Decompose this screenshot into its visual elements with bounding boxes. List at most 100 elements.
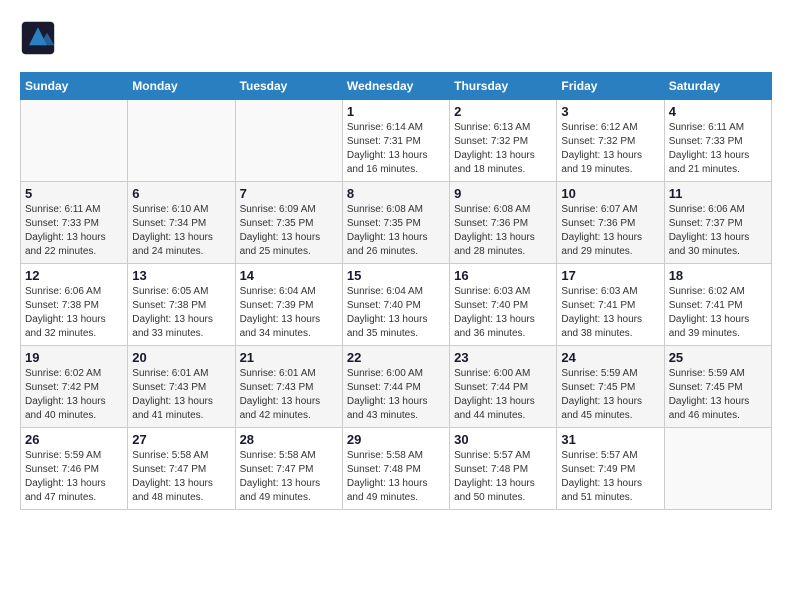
day-number: 10 [561,186,659,201]
day-info: Sunrise: 6:03 AM Sunset: 7:40 PM Dayligh… [454,285,552,341]
day-cell: 13 Sunrise: 6:05 AM Sunset: 7:38 PM Dayli… [128,264,235,346]
day-number: 27 [132,432,230,447]
day-number: 14 [240,268,338,283]
day-info: Sunrise: 6:11 AM Sunset: 7:33 PM Dayligh… [669,121,767,177]
weekday-friday: Friday [557,73,664,100]
day-number: 9 [454,186,552,201]
day-number: 12 [25,268,123,283]
day-info: Sunrise: 6:10 AM Sunset: 7:34 PM Dayligh… [132,203,230,259]
day-cell [235,100,342,182]
day-number: 13 [132,268,230,283]
calendar-table: SundayMondayTuesdayWednesdayThursdayFrid… [20,72,772,510]
day-number: 17 [561,268,659,283]
weekday-wednesday: Wednesday [342,73,449,100]
day-cell [21,100,128,182]
day-number: 21 [240,350,338,365]
day-number: 20 [132,350,230,365]
day-cell: 18Sunrise: 6:02 AM Sunset: 7:41 PM Dayli… [664,264,771,346]
weekday-monday: Monday [128,73,235,100]
page-header [20,20,772,56]
day-number: 16 [454,268,552,283]
day-cell: 7 Sunrise: 6:09 AM Sunset: 7:35 PM Daylig… [235,182,342,264]
weekday-saturday: Saturday [664,73,771,100]
day-cell: 21 Sunrise: 6:01 AM Sunset: 7:43 PM Dayli… [235,346,342,428]
day-cell: 10 Sunrise: 6:07 AM Sunset: 7:36 PM Dayli… [557,182,664,264]
week-row-4: 19 Sunrise: 6:02 AM Sunset: 7:42 PM Dayli… [21,346,772,428]
day-cell: 8Sunrise: 6:08 AM Sunset: 7:35 PM Daylig… [342,182,449,264]
day-cell: 14 Sunrise: 6:04 AM Sunset: 7:39 PM Dayli… [235,264,342,346]
day-info: Sunrise: 6:13 AM Sunset: 7:32 PM Dayligh… [454,121,552,177]
logo-icon [20,20,56,56]
day-cell: 27 Sunrise: 5:58 AM Sunset: 7:47 PM Dayli… [128,428,235,510]
day-number: 7 [240,186,338,201]
day-number: 6 [132,186,230,201]
day-info: Sunrise: 5:58 AM Sunset: 7:47 PM Dayligh… [240,449,338,505]
day-info: Sunrise: 6:07 AM Sunset: 7:36 PM Dayligh… [561,203,659,259]
day-number: 25 [669,350,767,365]
day-cell: 9 Sunrise: 6:08 AM Sunset: 7:36 PM Daylig… [450,182,557,264]
day-info: Sunrise: 5:58 AM Sunset: 7:48 PM Dayligh… [347,449,445,505]
day-cell: 17 Sunrise: 6:03 AM Sunset: 7:41 PM Dayli… [557,264,664,346]
day-number: 24 [561,350,659,365]
day-cell: 1Sunrise: 6:14 AM Sunset: 7:31 PM Daylig… [342,100,449,182]
day-info: Sunrise: 6:03 AM Sunset: 7:41 PM Dayligh… [561,285,659,341]
day-cell: 5Sunrise: 6:11 AM Sunset: 7:33 PM Daylig… [21,182,128,264]
day-number: 23 [454,350,552,365]
day-cell: 11Sunrise: 6:06 AM Sunset: 7:37 PM Dayli… [664,182,771,264]
day-cell: 4 Sunrise: 6:11 AM Sunset: 7:33 PM Daylig… [664,100,771,182]
day-info: Sunrise: 6:01 AM Sunset: 7:43 PM Dayligh… [240,367,338,423]
day-info: Sunrise: 5:58 AM Sunset: 7:47 PM Dayligh… [132,449,230,505]
day-number: 5 [25,186,123,201]
day-cell [664,428,771,510]
day-number: 26 [25,432,123,447]
day-cell: 28Sunrise: 5:58 AM Sunset: 7:47 PM Dayli… [235,428,342,510]
day-info: Sunrise: 6:00 AM Sunset: 7:44 PM Dayligh… [347,367,445,423]
day-cell: 20 Sunrise: 6:01 AM Sunset: 7:43 PM Dayli… [128,346,235,428]
day-info: Sunrise: 6:04 AM Sunset: 7:40 PM Dayligh… [347,285,445,341]
calendar-body: 1Sunrise: 6:14 AM Sunset: 7:31 PM Daylig… [21,100,772,510]
day-cell: 6 Sunrise: 6:10 AM Sunset: 7:34 PM Daylig… [128,182,235,264]
day-cell: 29 Sunrise: 5:58 AM Sunset: 7:48 PM Dayli… [342,428,449,510]
day-number: 4 [669,104,767,119]
calendar-header: SundayMondayTuesdayWednesdayThursdayFrid… [21,73,772,100]
week-row-1: 1Sunrise: 6:14 AM Sunset: 7:31 PM Daylig… [21,100,772,182]
day-info: Sunrise: 6:12 AM Sunset: 7:32 PM Dayligh… [561,121,659,177]
day-info: Sunrise: 5:57 AM Sunset: 7:48 PM Dayligh… [454,449,552,505]
day-cell [128,100,235,182]
day-number: 2 [454,104,552,119]
day-info: Sunrise: 6:02 AM Sunset: 7:42 PM Dayligh… [25,367,123,423]
day-info: Sunrise: 5:59 AM Sunset: 7:46 PM Dayligh… [25,449,123,505]
day-cell: 25Sunrise: 5:59 AM Sunset: 7:45 PM Dayli… [664,346,771,428]
day-info: Sunrise: 6:09 AM Sunset: 7:35 PM Dayligh… [240,203,338,259]
day-cell: 15 Sunrise: 6:04 AM Sunset: 7:40 PM Dayli… [342,264,449,346]
day-cell: 31Sunrise: 5:57 AM Sunset: 7:49 PM Dayli… [557,428,664,510]
day-cell: 30 Sunrise: 5:57 AM Sunset: 7:48 PM Dayli… [450,428,557,510]
day-info: Sunrise: 6:05 AM Sunset: 7:38 PM Dayligh… [132,285,230,341]
week-row-2: 5Sunrise: 6:11 AM Sunset: 7:33 PM Daylig… [21,182,772,264]
day-number: 18 [669,268,767,283]
day-number: 1 [347,104,445,119]
day-info: Sunrise: 6:04 AM Sunset: 7:39 PM Dayligh… [240,285,338,341]
day-info: Sunrise: 5:59 AM Sunset: 7:45 PM Dayligh… [561,367,659,423]
day-cell: 22 Sunrise: 6:00 AM Sunset: 7:44 PM Dayli… [342,346,449,428]
day-info: Sunrise: 6:01 AM Sunset: 7:43 PM Dayligh… [132,367,230,423]
day-number: 22 [347,350,445,365]
day-cell: 2 Sunrise: 6:13 AM Sunset: 7:32 PM Daylig… [450,100,557,182]
weekday-thursday: Thursday [450,73,557,100]
day-info: Sunrise: 6:00 AM Sunset: 7:44 PM Dayligh… [454,367,552,423]
day-info: Sunrise: 6:08 AM Sunset: 7:36 PM Dayligh… [454,203,552,259]
day-info: Sunrise: 6:06 AM Sunset: 7:38 PM Dayligh… [25,285,123,341]
day-info: Sunrise: 6:06 AM Sunset: 7:37 PM Dayligh… [669,203,767,259]
weekday-header-row: SundayMondayTuesdayWednesdayThursdayFrid… [21,73,772,100]
logo [20,20,62,56]
day-number: 19 [25,350,123,365]
weekday-tuesday: Tuesday [235,73,342,100]
day-number: 29 [347,432,445,447]
weekday-sunday: Sunday [21,73,128,100]
day-number: 30 [454,432,552,447]
day-cell: 23 Sunrise: 6:00 AM Sunset: 7:44 PM Dayli… [450,346,557,428]
day-info: Sunrise: 6:08 AM Sunset: 7:35 PM Dayligh… [347,203,445,259]
day-cell: 19 Sunrise: 6:02 AM Sunset: 7:42 PM Dayli… [21,346,128,428]
day-cell: 12 Sunrise: 6:06 AM Sunset: 7:38 PM Dayli… [21,264,128,346]
day-number: 15 [347,268,445,283]
